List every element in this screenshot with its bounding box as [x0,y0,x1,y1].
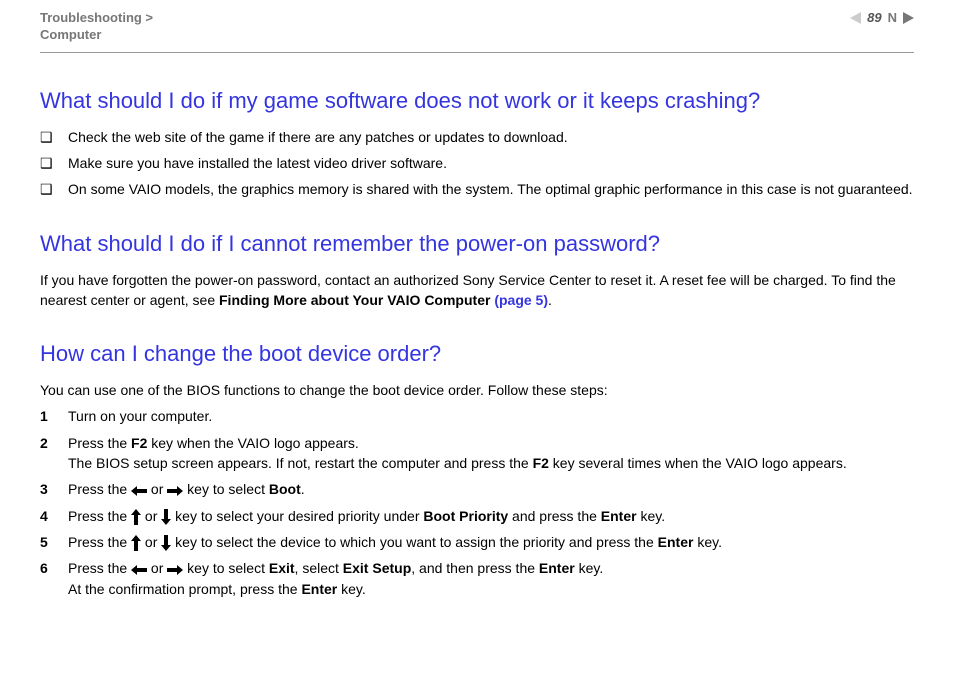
t: key to select [183,560,269,576]
key-name: Boot [269,481,301,497]
list-item: ❑ Make sure you have installed the lates… [40,153,914,173]
breadcrumb: Troubleshooting > Computer [40,10,153,44]
t: or [141,534,161,550]
t: key to select your desired priority unde… [171,508,423,524]
t: , and then press the [411,560,539,576]
list-item: ❑ Check the web site of the game if ther… [40,127,914,147]
next-page-icon[interactable] [903,12,914,24]
step-text: Press the or key to select your desired … [68,506,914,526]
t: key. [575,560,604,576]
header-divider [40,52,914,53]
arrow-left-icon [131,486,147,496]
key-name: F2 [533,455,549,471]
step-text: Press the or key to select the device to… [68,532,914,552]
page-header: Troubleshooting > Computer 89 N [40,10,914,44]
bullet-icon: ❑ [40,153,68,173]
question-1-list: ❑ Check the web site of the game if ther… [40,127,914,200]
t: or [147,560,167,576]
step-number: 2 [40,433,68,453]
step-text: Press the or key to select Exit, select … [68,558,914,599]
body-post: . [548,292,552,308]
step-number: 5 [40,532,68,552]
key-name: Enter [658,534,694,550]
t: , select [295,560,343,576]
t: Press the [68,435,131,451]
step-item: 3 Press the or key to select Boot. [40,479,914,499]
content: What should I do if my game software doe… [40,85,914,605]
arrow-down-icon [161,535,171,551]
t: key when the VAIO logo appears. [147,435,358,451]
step-item: 2 Press the F2 key when the VAIO logo ap… [40,433,914,474]
question-2-body: If you have forgotten the power-on passw… [40,270,914,311]
t: or [141,508,161,524]
steps-list: 1 Turn on your computer. 2 Press the F2 … [40,406,914,598]
t: key to select the device to which you wa… [171,534,657,550]
key-name: Exit [269,560,295,576]
prev-page-icon[interactable] [850,12,861,24]
n-letter: N [888,10,897,25]
body-bold: Finding More about Your VAIO Computer [219,292,494,308]
step-number: 6 [40,558,68,578]
t: key. [637,508,666,524]
step-number: 4 [40,506,68,526]
step-text: Press the or key to select Boot. [68,479,914,499]
step-item: 5 Press the or key to select the device … [40,532,914,552]
breadcrumb-line2: Computer [40,27,101,42]
question-1-title: What should I do if my game software doe… [40,85,914,117]
t: key to select [183,481,269,497]
t: key. [337,581,366,597]
arrow-right-icon [167,565,183,575]
t: and press the [508,508,601,524]
list-text: Check the web site of the game if there … [68,127,914,147]
page: Troubleshooting > Computer 89 N What sho… [0,0,954,674]
page-number: 89 [867,10,881,25]
key-name: Enter [301,581,337,597]
question-2-title: What should I do if I cannot remember th… [40,228,914,260]
t: Press the [68,508,131,524]
question-3-intro: You can use one of the BIOS functions to… [40,380,914,400]
step-number: 1 [40,406,68,426]
key-name: Enter [601,508,637,524]
step-text: Turn on your computer. [68,406,914,426]
t: At the confirmation prompt, press the [68,581,301,597]
step-text: Press the F2 key when the VAIO logo appe… [68,433,914,474]
list-text: Make sure you have installed the latest … [68,153,914,173]
list-text: On some VAIO models, the graphics memory… [68,179,914,199]
t: key several times when the VAIO logo app… [549,455,847,471]
t: key. [693,534,722,550]
key-name: Exit Setup [343,560,411,576]
t: Press the [68,534,131,550]
list-item: ❑ On some VAIO models, the graphics memo… [40,179,914,199]
arrow-left-icon [131,565,147,575]
t: Press the [68,560,131,576]
step-item: 6 Press the or key to select Exit, selec… [40,558,914,599]
step-number: 3 [40,479,68,499]
question-3-title: How can I change the boot device order? [40,338,914,370]
t: The BIOS setup screen appears. If not, r… [68,455,533,471]
arrow-up-icon [131,535,141,551]
t: or [147,481,167,497]
breadcrumb-line1: Troubleshooting > [40,10,153,25]
bullet-icon: ❑ [40,127,68,147]
arrow-down-icon [161,509,171,525]
step-item: 1 Turn on your computer. [40,406,914,426]
arrow-right-icon [167,486,183,496]
t: . [301,481,305,497]
key-name: F2 [131,435,147,451]
key-name: Enter [539,560,575,576]
arrow-up-icon [131,509,141,525]
t: Press the [68,481,131,497]
bullet-icon: ❑ [40,179,68,199]
key-name: Boot Priority [423,508,508,524]
page-link[interactable]: (page 5) [494,292,548,308]
pager: 89 N [850,10,914,25]
step-item: 4 Press the or key to select your desire… [40,506,914,526]
